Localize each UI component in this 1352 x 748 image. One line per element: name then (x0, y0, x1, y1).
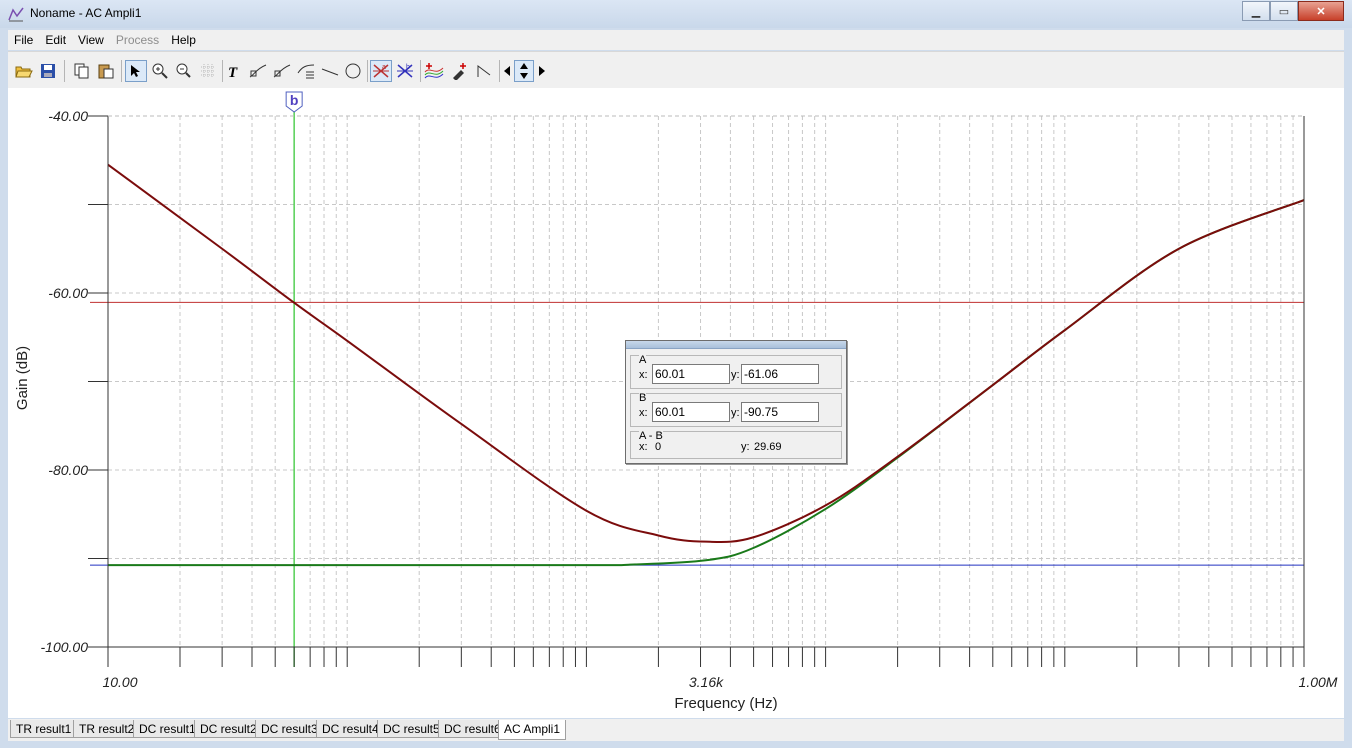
readout-a-y-prefix: y: (731, 369, 740, 381)
y-tick-label: -80.00 (48, 462, 88, 478)
svg-text:b: b (406, 64, 410, 71)
curves-icon[interactable] (423, 60, 445, 82)
readout-group-diff: A - B x: 0 y: 29.69 (630, 431, 842, 459)
tab-dc-result1[interactable]: DC result1 (133, 720, 202, 738)
menu-bar: File Edit View Process Help (8, 30, 1344, 50)
tab-dc-result3[interactable]: DC result3 (255, 720, 324, 738)
readout-b-x-prefix: x: (639, 407, 648, 419)
readout-a-x-field[interactable]: 60.01 (652, 364, 730, 384)
tab-dc-result4[interactable]: DC result4 (316, 720, 385, 738)
cursor-a-icon[interactable]: a (370, 60, 392, 82)
cursor-marker-label: b (290, 92, 299, 108)
readout-a-label: A (639, 354, 647, 366)
readout-b-y-prefix: y: (731, 407, 740, 419)
curve-label2-icon[interactable] (271, 60, 293, 82)
window-title: Noname - AC Ampli1 (30, 6, 142, 20)
y-tick-label: -40.00 (48, 108, 88, 124)
y-tick-label: -100.00 (41, 639, 89, 655)
open-icon[interactable] (13, 60, 35, 82)
paste-icon[interactable] (95, 60, 117, 82)
y-tick-label: -60.00 (48, 285, 88, 301)
menu-process: Process (115, 33, 160, 47)
x-tick-label: 1.00M (1299, 674, 1338, 690)
menu-edit[interactable]: Edit (39, 33, 72, 47)
readout-a-x-prefix: x: (639, 369, 648, 381)
tab-dc-result5[interactable]: DC result5 (377, 720, 446, 738)
readout-diff-y-prefix: y: (741, 441, 750, 453)
zoom-100-icon[interactable] (173, 60, 195, 82)
grid-icon[interactable] (197, 60, 219, 82)
cursor-readout-panel[interactable]: A x: 60.01 y: -61.06 B x: 60.01 y: -90.7… (625, 340, 847, 464)
copy-icon[interactable] (71, 60, 93, 82)
arrow-left-icon[interactable] (500, 60, 514, 82)
arrow-updown-icon[interactable] (514, 60, 534, 82)
line-icon[interactable] (319, 60, 341, 82)
circle-icon[interactable] (342, 60, 364, 82)
step-icon[interactable] (473, 60, 495, 82)
menu-file[interactable]: File (8, 33, 39, 47)
readout-b-label: B (639, 392, 647, 404)
curve-label3-icon[interactable] (295, 60, 317, 82)
readout-title-bar[interactable] (626, 341, 846, 349)
result-tab-bar: TR result1 TR result2 DC result1 DC resu… (8, 719, 1344, 741)
close-button[interactable]: ✕ (1298, 1, 1344, 21)
x-axis-label: Frequency (Hz) (674, 695, 777, 712)
menu-help[interactable]: Help (165, 33, 202, 47)
svg-text:a: a (382, 64, 386, 71)
save-icon[interactable] (37, 60, 59, 82)
cursor-b-icon[interactable]: b (394, 60, 416, 82)
tab-tr-result2[interactable]: TR result2 (73, 720, 141, 738)
tab-dc-result6[interactable]: DC result6 (438, 720, 507, 738)
tab-tr-result1[interactable]: TR result1 (10, 720, 78, 738)
x-tick-label: 10.00 (102, 674, 137, 690)
x-tick-label: 3.16k (689, 674, 724, 690)
curve-label-icon[interactable] (247, 60, 269, 82)
tab-ac-ampli1[interactable]: AC Ampli1 (498, 720, 567, 740)
minimize-button[interactable]: ▁ (1242, 1, 1270, 21)
text-icon[interactable]: T (223, 60, 245, 82)
arrow-right-icon[interactable] (535, 60, 549, 82)
readout-diff-x-prefix: x: (639, 441, 648, 453)
readout-group-b: B x: 60.01 y: -90.75 (630, 393, 842, 427)
y-axis-label: Gain (dB) (14, 346, 31, 410)
readout-a-y-field[interactable]: -61.06 (741, 364, 819, 384)
svg-text:T: T (228, 65, 238, 79)
readout-diff-y-value: 29.69 (754, 441, 782, 453)
pick-icon[interactable] (448, 60, 470, 82)
toolbar: T a b (8, 51, 1344, 88)
readout-group-a: A x: 60.01 y: -61.06 (630, 355, 842, 389)
pointer-icon[interactable] (125, 60, 147, 82)
app-icon (8, 7, 24, 22)
app-window: Noname - AC Ampli1 ▁ ▭ ✕ File Edit View … (0, 0, 1352, 748)
plot-area[interactable]: b -40.00 -60.00 -80.00 -100.00 10.00 3.16k 1.0… (8, 88, 1344, 718)
tab-dc-result2[interactable]: DC result2 (194, 720, 263, 738)
readout-diff-x-value: 0 (655, 441, 662, 453)
readout-b-y-field[interactable]: -90.75 (741, 402, 819, 422)
title-bar[interactable]: Noname - AC Ampli1 ▁ ▭ ✕ (0, 0, 1352, 28)
readout-b-x-field[interactable]: 60.01 (652, 402, 730, 422)
zoom-in-icon[interactable] (149, 60, 171, 82)
menu-view[interactable]: View (72, 33, 110, 47)
maximize-button[interactable]: ▭ (1270, 1, 1298, 21)
